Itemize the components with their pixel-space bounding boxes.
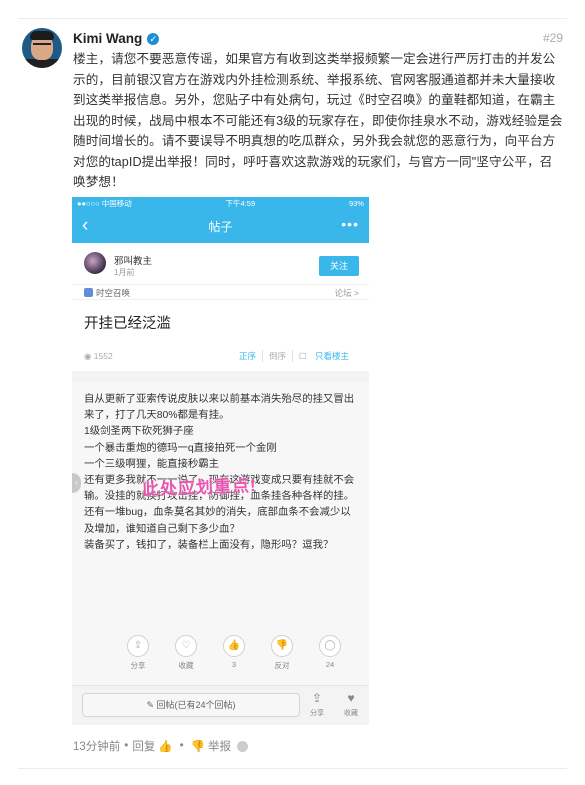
avatar-hair [30, 31, 54, 40]
side-tab-arrow-icon: ‹ [72, 473, 81, 493]
game-name: 时空召唤 [96, 288, 131, 298]
bottom-favorite: ♥ 收藏 [336, 691, 366, 718]
eye-icon: ◉ [84, 351, 94, 361]
comment-icon: ◯ [319, 635, 341, 657]
action-label: 3 [231, 660, 237, 669]
thumbs-down-icon[interactable]: 👎 [191, 739, 205, 753]
post-card: 邪叫教主 1月前 关注 时空召唤 论坛 > 开挂已经泛滥 ◉ 1552 正序 倒… [72, 243, 369, 371]
sort-asc: 正序 [238, 351, 256, 361]
phone-nav-title: 帖子 [208, 220, 233, 234]
action-comment: ◯ 24 [306, 629, 354, 679]
heart-icon: ♥ [347, 691, 355, 705]
view-count: ◉ 1552 [84, 351, 113, 362]
reply-time: 13分钟前 [73, 741, 121, 753]
forum-row: 时空召唤 论坛 > [72, 285, 369, 300]
avatar-glasses [33, 43, 51, 47]
body-line: 一个暴击重炮的德玛一q直接拍死一个金刚 [84, 442, 277, 454]
more-options-icon[interactable] [237, 740, 249, 752]
action-label: 24 [325, 660, 335, 669]
clock-label: 下午4:59 [225, 199, 256, 208]
reply-button[interactable]: 回复 [132, 738, 155, 754]
sort-op-only: ☐ 只看楼主 [292, 350, 361, 362]
body-line: 一个三级啊狸，能直接秒霸主 [84, 458, 220, 470]
top-divider [18, 18, 567, 19]
share-icon: ⇪ [127, 635, 149, 657]
heart-icon: ♡ [175, 635, 197, 657]
avatar[interactable] [22, 28, 62, 68]
author-header: Kimi Wang ✓ [73, 31, 160, 46]
verified-check-icon: ✓ [147, 32, 160, 45]
thumbs-down-icon: 👎 [271, 635, 293, 657]
poster-time: 1月前 [114, 268, 135, 277]
body-line: 装备买了，钱扣了，装备栏上面没有，隐形吗？逗我？ [84, 539, 334, 551]
poster-row: 邪叫教主 1月前 关注 [72, 243, 369, 285]
post-meta: ◉ 1552 正序 倒序 ☐ 只看楼主 [72, 345, 369, 371]
bottom-favorite-label: 收藏 [344, 710, 358, 717]
dot-separator: • [124, 740, 129, 752]
bottom-share: ⇪ 分享 [302, 691, 332, 718]
avatar-suit [22, 59, 62, 68]
report-button[interactable]: 举报 [208, 738, 231, 754]
poster-avatar [84, 252, 106, 274]
action-share: ⇪ 分享 [114, 629, 162, 679]
reply-post-box: ✎ 回帖(已有24个回帖) [82, 693, 300, 717]
highlight-watermark: 此处应划重点! [141, 476, 257, 499]
action-label: 分享 [130, 661, 146, 670]
phone-bottom-bar: ✎ 回帖(已有24个回帖) ⇪ 分享 ♥ 收藏 [72, 685, 369, 725]
sort-op-only-label: 只看楼主 [314, 351, 349, 361]
body-line: 1级剑圣两下砍死狮子座 [84, 426, 194, 438]
game-icon [84, 288, 93, 297]
floor-number: #29 [542, 31, 563, 45]
section-gap [72, 371, 369, 383]
body-line: 自从更新了亚索传说皮肤以来以前基本消失殆尽的挂又冒出来了，打了几天80%都是有挂… [84, 394, 355, 422]
phone-status-bar: ●●○○○ 中国移动 下午4:59 93% [72, 197, 369, 210]
thumbs-up-icon[interactable]: 👍 [158, 739, 172, 753]
post-title: 开挂已经泛滥 [84, 316, 171, 332]
bottom-divider [18, 768, 567, 769]
post-actions: ⇪ 分享 ♡ 收藏 👍 3 👎 反对 ◯ 24 [72, 629, 369, 679]
back-arrow-icon: ‹ [82, 215, 89, 236]
more-dots-icon: ••• [341, 216, 359, 232]
action-label: 反对 [274, 661, 290, 670]
dot-separator: • [179, 740, 184, 752]
author-name[interactable]: Kimi Wang [73, 31, 142, 46]
sort-options: 正序 倒序 ☐ 只看楼主 [233, 350, 361, 362]
action-oppose: 👎 反对 [258, 629, 306, 679]
share-icon: ⇪ [311, 691, 323, 705]
follow-button: 关注 [319, 256, 359, 276]
battery-label: 93% [348, 199, 364, 208]
bottom-share-label: 分享 [310, 710, 324, 717]
thumbs-up-icon: 👍 [223, 635, 245, 657]
reply-footer: 13分钟前 • 回复 👍 • 👎 举报 [73, 738, 249, 754]
embedded-post-screenshot[interactable]: ●●○○○ 中国移动 下午4:59 93% ‹ 帖子 ••• 邪叫教主 1月前 … [72, 197, 369, 725]
phone-nav-bar: ‹ 帖子 ••• [72, 210, 369, 243]
action-label: 收藏 [178, 661, 194, 670]
action-favorite: ♡ 收藏 [162, 629, 210, 679]
sort-desc: 倒序 [261, 350, 292, 362]
forum-link: 论坛 > [334, 288, 359, 298]
carrier-label: ●●○○○ 中国移动 [77, 199, 132, 208]
body-line: 还有一堆bug，血条莫名其妙的消失，底部血条不会减少以及增加，谁知道自己剩下多少… [84, 507, 351, 535]
reply-text: 楼主，请您不要恶意传谣，如果官方有收到这类举报频繁一定会进行严厉打击的并发公示的… [73, 52, 563, 189]
action-like: 👍 3 [210, 629, 258, 679]
view-count-value: 1552 [93, 351, 113, 361]
poster-name: 邪叫教主 [114, 256, 153, 267]
